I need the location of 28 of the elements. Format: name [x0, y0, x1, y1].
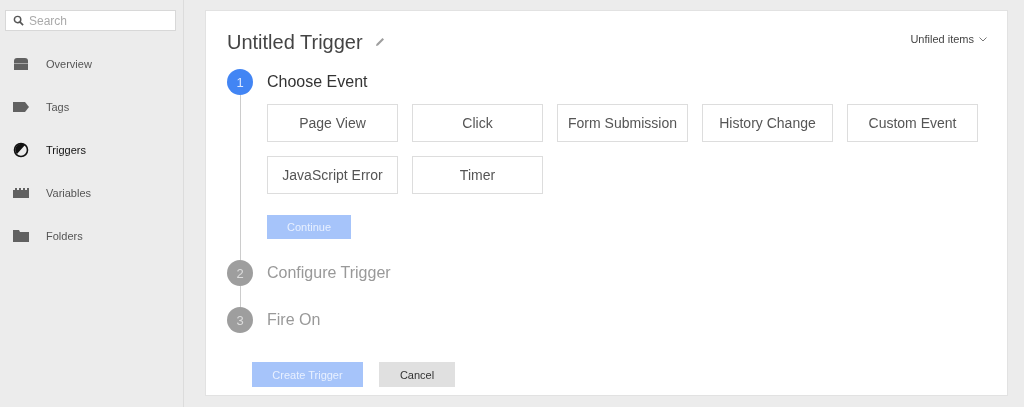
cancel-button[interactable]: Cancel	[379, 362, 455, 387]
search-field[interactable]: Search	[5, 10, 176, 31]
folder-icon	[13, 229, 29, 242]
tag-icon	[13, 101, 29, 112]
nav-item[interactable]: Variables	[5, 171, 175, 214]
event-option[interactable]: Click	[412, 104, 543, 142]
event-option[interactable]: Page View	[267, 104, 398, 142]
trigger-title: Untitled Trigger	[227, 30, 363, 54]
step-number: 2	[227, 260, 253, 286]
nav-item[interactable]: Tags	[5, 85, 175, 128]
nav-item[interactable]: Overview	[5, 42, 175, 85]
caret-icon	[979, 36, 987, 42]
step-number: 3	[227, 307, 253, 333]
event-option[interactable]: Form Submission	[557, 104, 688, 142]
folder-dropdown[interactable]: Unfiled items	[910, 33, 987, 45]
event-option[interactable]: JavaScript Error	[267, 156, 398, 194]
nav-item[interactable]: Folders	[5, 214, 175, 257]
search-icon	[13, 15, 24, 26]
pencil-icon[interactable]	[374, 37, 385, 47]
blocks-icon	[13, 187, 29, 198]
step-number: 1	[227, 69, 253, 95]
event-option[interactable]: Timer	[412, 156, 543, 194]
event-option[interactable]: Custom Event	[847, 104, 978, 142]
event-option[interactable]: History Change	[702, 104, 833, 142]
step-title[interactable]: Choose Event	[267, 69, 987, 95]
trigger-icon	[13, 141, 29, 158]
nav-item[interactable]: Triggers	[5, 128, 175, 171]
inbox-icon	[13, 57, 29, 70]
